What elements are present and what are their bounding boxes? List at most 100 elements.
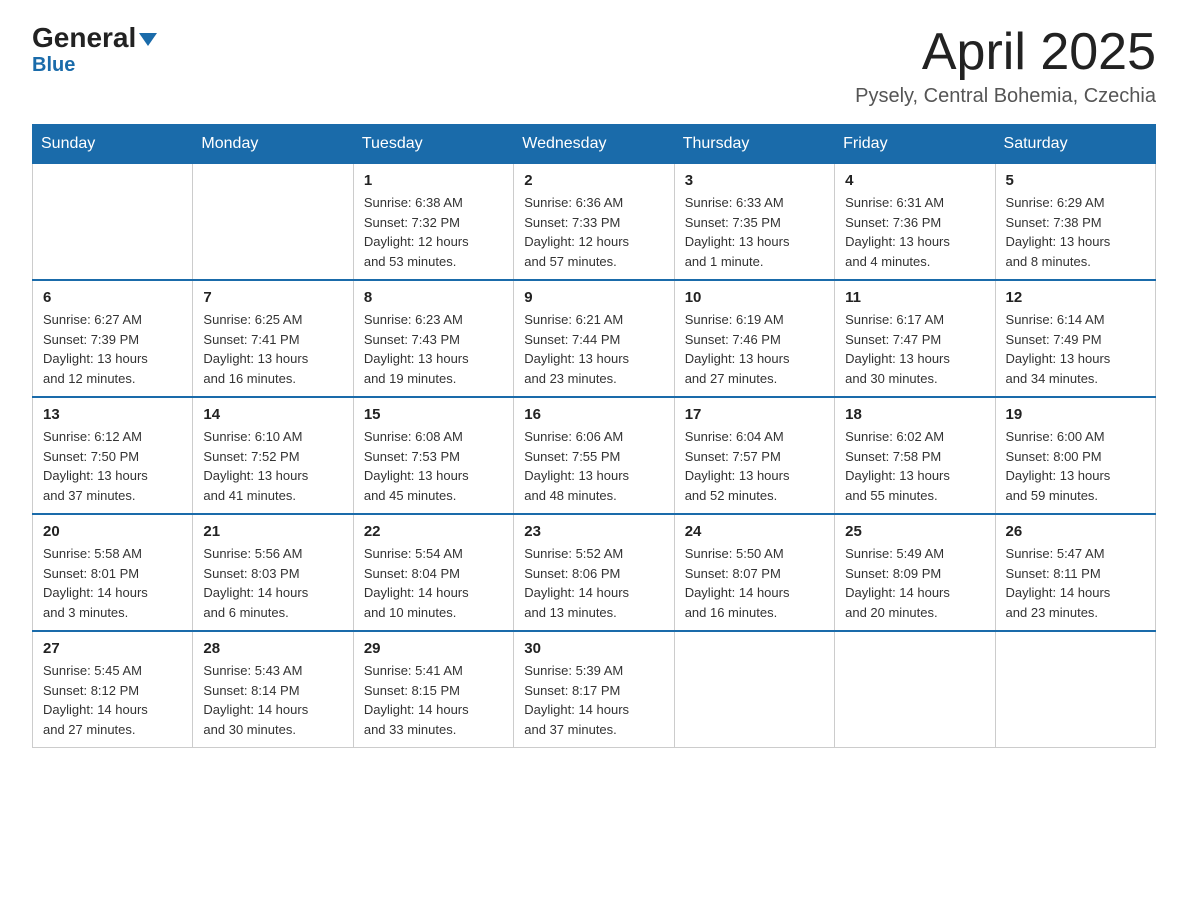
table-row: [995, 631, 1155, 748]
day-number: 9: [524, 289, 663, 306]
table-row: 20 Sunrise: 5:58 AM Sunset: 8:01 PM Dayli…: [33, 514, 193, 631]
day-number: 7: [203, 289, 342, 306]
day-number: 29: [364, 640, 503, 657]
table-row: 9 Sunrise: 6:21 AM Sunset: 7:44 PM Daylig…: [514, 280, 674, 397]
day-info: Sunrise: 6:00 AM Sunset: 8:00 PM Dayligh…: [1006, 427, 1145, 505]
table-row: 25 Sunrise: 5:49 AM Sunset: 8:09 PM Dayli…: [835, 514, 995, 631]
day-info: Sunrise: 5:49 AM Sunset: 8:09 PM Dayligh…: [845, 544, 984, 622]
col-monday: Monday: [193, 125, 353, 164]
day-info: Sunrise: 5:39 AM Sunset: 8:17 PM Dayligh…: [524, 661, 663, 739]
calendar-week-row: 20 Sunrise: 5:58 AM Sunset: 8:01 PM Dayli…: [33, 514, 1156, 631]
table-row: 6 Sunrise: 6:27 AM Sunset: 7:39 PM Daylig…: [33, 280, 193, 397]
table-row: [33, 164, 193, 281]
calendar-week-row: 6 Sunrise: 6:27 AM Sunset: 7:39 PM Daylig…: [33, 280, 1156, 397]
day-info: Sunrise: 5:47 AM Sunset: 8:11 PM Dayligh…: [1006, 544, 1145, 622]
table-row: [674, 631, 834, 748]
table-row: 11Sunrise: 6:17 AM Sunset: 7:47 PM Dayli…: [835, 280, 995, 397]
table-row: 27 Sunrise: 5:45 AM Sunset: 8:12 PM Dayli…: [33, 631, 193, 748]
table-row: 15 Sunrise: 6:08 AM Sunset: 7:53 PM Dayli…: [353, 397, 513, 514]
day-number: 28: [203, 640, 342, 657]
table-row: 13 Sunrise: 6:12 AM Sunset: 7:50 PM Dayli…: [33, 397, 193, 514]
day-number: 12: [1006, 289, 1145, 306]
day-number: 19: [1006, 406, 1145, 423]
day-number: 16: [524, 406, 663, 423]
table-row: 10 Sunrise: 6:19 AM Sunset: 7:46 PM Dayli…: [674, 280, 834, 397]
table-row: 28Sunrise: 5:43 AM Sunset: 8:14 PM Dayli…: [193, 631, 353, 748]
col-tuesday: Tuesday: [353, 125, 513, 164]
page-header: General Blue April 2025 Pysely, Central …: [32, 24, 1156, 108]
day-number: 2: [524, 172, 663, 189]
table-row: 17 Sunrise: 6:04 AM Sunset: 7:57 PM Dayli…: [674, 397, 834, 514]
day-number: 5: [1006, 172, 1145, 189]
day-number: 20: [43, 523, 182, 540]
table-row: 16Sunrise: 6:06 AM Sunset: 7:55 PM Dayli…: [514, 397, 674, 514]
day-info: Sunrise: 6:25 AM Sunset: 7:41 PM Dayligh…: [203, 310, 342, 388]
table-row: [193, 164, 353, 281]
month-year: April 2025: [855, 24, 1156, 81]
day-number: 26: [1006, 523, 1145, 540]
day-number: 6: [43, 289, 182, 306]
day-info: Sunrise: 5:54 AM Sunset: 8:04 PM Dayligh…: [364, 544, 503, 622]
col-saturday: Saturday: [995, 125, 1155, 164]
day-number: 13: [43, 406, 182, 423]
table-row: 5Sunrise: 6:29 AM Sunset: 7:38 PM Daylig…: [995, 164, 1155, 281]
col-friday: Friday: [835, 125, 995, 164]
day-number: 15: [364, 406, 503, 423]
day-info: Sunrise: 6:14 AM Sunset: 7:49 PM Dayligh…: [1006, 310, 1145, 388]
day-number: 10: [685, 289, 824, 306]
table-row: 19 Sunrise: 6:00 AM Sunset: 8:00 PM Dayli…: [995, 397, 1155, 514]
calendar-week-row: 13 Sunrise: 6:12 AM Sunset: 7:50 PM Dayli…: [33, 397, 1156, 514]
day-info: Sunrise: 6:21 AM Sunset: 7:44 PM Dayligh…: [524, 310, 663, 388]
col-wednesday: Wednesday: [514, 125, 674, 164]
day-number: 4: [845, 172, 984, 189]
day-number: 25: [845, 523, 984, 540]
table-row: 26 Sunrise: 5:47 AM Sunset: 8:11 PM Dayli…: [995, 514, 1155, 631]
day-info: Sunrise: 6:17 AM Sunset: 7:47 PM Dayligh…: [845, 310, 984, 388]
table-row: 30Sunrise: 5:39 AM Sunset: 8:17 PM Dayli…: [514, 631, 674, 748]
day-info: Sunrise: 5:52 AM Sunset: 8:06 PM Dayligh…: [524, 544, 663, 622]
table-row: 1 Sunrise: 6:38 AM Sunset: 7:32 PM Daylig…: [353, 164, 513, 281]
table-row: 24Sunrise: 5:50 AM Sunset: 8:07 PM Dayli…: [674, 514, 834, 631]
table-row: 12 Sunrise: 6:14 AM Sunset: 7:49 PM Dayli…: [995, 280, 1155, 397]
day-number: 17: [685, 406, 824, 423]
table-row: 8 Sunrise: 6:23 AM Sunset: 7:43 PM Daylig…: [353, 280, 513, 397]
day-info: Sunrise: 6:04 AM Sunset: 7:57 PM Dayligh…: [685, 427, 824, 505]
day-info: Sunrise: 5:58 AM Sunset: 8:01 PM Dayligh…: [43, 544, 182, 622]
day-info: Sunrise: 5:56 AM Sunset: 8:03 PM Dayligh…: [203, 544, 342, 622]
day-info: Sunrise: 6:38 AM Sunset: 7:32 PM Dayligh…: [364, 193, 503, 271]
day-number: 1: [364, 172, 503, 189]
table-row: 21 Sunrise: 5:56 AM Sunset: 8:03 PM Dayli…: [193, 514, 353, 631]
day-number: 21: [203, 523, 342, 540]
day-info: Sunrise: 6:31 AM Sunset: 7:36 PM Dayligh…: [845, 193, 984, 271]
day-number: 22: [364, 523, 503, 540]
table-row: 22 Sunrise: 5:54 AM Sunset: 8:04 PM Dayli…: [353, 514, 513, 631]
day-info: Sunrise: 5:41 AM Sunset: 8:15 PM Dayligh…: [364, 661, 503, 739]
table-row: 2 Sunrise: 6:36 AM Sunset: 7:33 PM Daylig…: [514, 164, 674, 281]
day-number: 27: [43, 640, 182, 657]
day-info: Sunrise: 6:27 AM Sunset: 7:39 PM Dayligh…: [43, 310, 182, 388]
table-row: 29 Sunrise: 5:41 AM Sunset: 8:15 PM Dayli…: [353, 631, 513, 748]
title-block: April 2025 Pysely, Central Bohemia, Czec…: [855, 24, 1156, 108]
day-number: 8: [364, 289, 503, 306]
logo-general: General: [32, 24, 157, 52]
calendar-week-row: 1 Sunrise: 6:38 AM Sunset: 7:32 PM Daylig…: [33, 164, 1156, 281]
day-info: Sunrise: 6:10 AM Sunset: 7:52 PM Dayligh…: [203, 427, 342, 505]
day-info: Sunrise: 5:45 AM Sunset: 8:12 PM Dayligh…: [43, 661, 182, 739]
day-info: Sunrise: 6:23 AM Sunset: 7:43 PM Dayligh…: [364, 310, 503, 388]
table-row: 14Sunrise: 6:10 AM Sunset: 7:52 PM Dayli…: [193, 397, 353, 514]
day-info: Sunrise: 6:08 AM Sunset: 7:53 PM Dayligh…: [364, 427, 503, 505]
table-row: [835, 631, 995, 748]
col-thursday: Thursday: [674, 125, 834, 164]
table-row: 3Sunrise: 6:33 AM Sunset: 7:35 PM Daylig…: [674, 164, 834, 281]
table-row: 23 Sunrise: 5:52 AM Sunset: 8:06 PM Dayli…: [514, 514, 674, 631]
day-info: Sunrise: 6:36 AM Sunset: 7:33 PM Dayligh…: [524, 193, 663, 271]
day-info: Sunrise: 6:12 AM Sunset: 7:50 PM Dayligh…: [43, 427, 182, 505]
day-number: 23: [524, 523, 663, 540]
logo: General Blue: [32, 24, 157, 77]
calendar-week-row: 27 Sunrise: 5:45 AM Sunset: 8:12 PM Dayli…: [33, 631, 1156, 748]
day-info: Sunrise: 6:19 AM Sunset: 7:46 PM Dayligh…: [685, 310, 824, 388]
day-info: Sunrise: 5:50 AM Sunset: 8:07 PM Dayligh…: [685, 544, 824, 622]
col-sunday: Sunday: [33, 125, 193, 164]
calendar-header-row: Sunday Monday Tuesday Wednesday Thursday…: [33, 125, 1156, 164]
day-info: Sunrise: 6:02 AM Sunset: 7:58 PM Dayligh…: [845, 427, 984, 505]
